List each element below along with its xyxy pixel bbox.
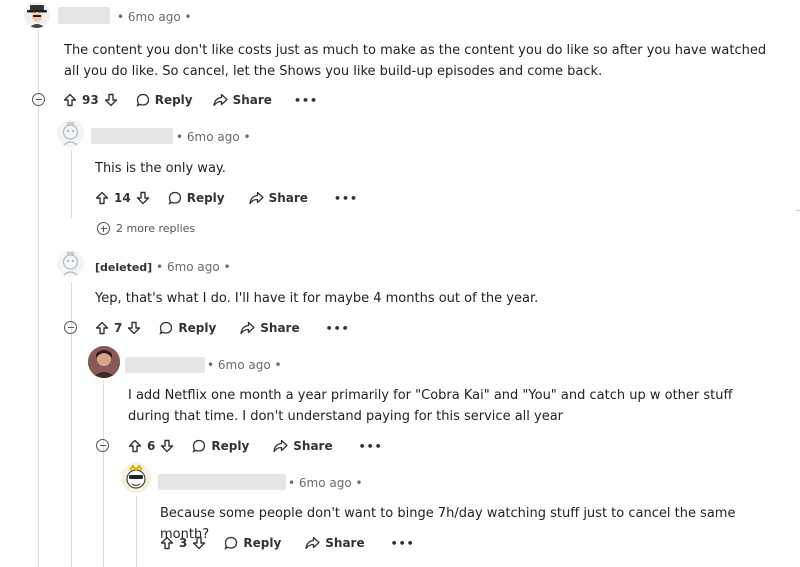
vote-score: 14	[114, 191, 131, 205]
avatar[interactable]	[57, 120, 84, 147]
more-options-button[interactable]: •••	[391, 537, 415, 550]
speech-bubble-icon	[136, 93, 149, 107]
arrow-up-icon[interactable]	[128, 439, 142, 453]
vote-group: 14	[95, 191, 150, 205]
thread-line-reply-3	[103, 380, 104, 567]
vote-score: 93	[82, 93, 99, 107]
arrow-down-icon[interactable]	[136, 191, 150, 205]
more-options-button[interactable]: •••	[334, 192, 358, 205]
share-arrow-icon	[305, 536, 320, 550]
arrow-down-icon[interactable]	[104, 93, 118, 107]
speech-bubble-icon	[192, 439, 206, 453]
username-redacted	[158, 474, 286, 490]
vote-group: 7	[95, 321, 141, 335]
arrow-down-icon[interactable]	[127, 321, 141, 335]
collapse-thread-button[interactable]	[64, 321, 77, 334]
speech-bubble-icon	[224, 536, 238, 550]
username-redacted	[125, 357, 205, 373]
thread-line-root	[38, 30, 39, 567]
reply-label: Reply	[154, 93, 193, 107]
vote-score: 7	[114, 321, 123, 335]
arrow-up-icon[interactable]	[160, 536, 174, 550]
reply-button[interactable]: Reply	[224, 536, 281, 550]
share-label: Share	[325, 536, 365, 550]
comment-actions: 93 Reply Share •••	[63, 89, 318, 111]
vote-group: 6	[128, 439, 174, 453]
arrow-up-icon[interactable]	[95, 321, 109, 335]
reply-label: Reply	[186, 191, 225, 205]
comment-actions: 6 Reply Share •••	[128, 435, 383, 457]
arrow-down-icon[interactable]	[192, 536, 206, 550]
share-label: Share	[268, 191, 308, 205]
comment-body: This is the only way.	[95, 161, 226, 176]
arrow-up-icon[interactable]	[63, 93, 77, 107]
comment-body: I add Netflix one month a year primarily…	[128, 388, 733, 424]
reply-button[interactable]: Reply	[192, 439, 249, 453]
comment-body: The content you don't like costs just as…	[64, 43, 767, 79]
comment-meta: • 6mo ago •	[288, 476, 363, 490]
more-options-button[interactable]: •••	[294, 94, 318, 107]
comment-time: • 6mo ago •	[156, 260, 231, 274]
speech-bubble-icon	[168, 191, 181, 205]
reply-label: Reply	[211, 439, 250, 453]
vote-group: 3	[160, 536, 206, 550]
share-arrow-icon	[273, 439, 288, 453]
more-replies-button[interactable]: 2 more replies	[97, 222, 195, 235]
comment-meta: [deleted] • 6mo ago •	[95, 260, 231, 274]
scrollbar-marker[interactable]	[796, 210, 800, 211]
arrow-up-icon[interactable]	[95, 191, 109, 205]
username-redacted	[91, 128, 173, 144]
username[interactable]: [deleted]	[95, 261, 152, 274]
avatar[interactable]	[88, 346, 120, 378]
avatar[interactable]	[121, 463, 151, 493]
share-button[interactable]: Share	[248, 191, 308, 205]
arrow-down-icon[interactable]	[160, 439, 174, 453]
vote-score: 6	[147, 439, 156, 453]
share-label: Share	[232, 93, 272, 107]
reply-label: Reply	[243, 536, 282, 550]
reply-button[interactable]: Reply	[136, 93, 193, 107]
share-arrow-icon	[212, 93, 228, 107]
reply-button[interactable]: Reply	[159, 321, 216, 335]
share-label: Share	[260, 321, 300, 335]
share-button[interactable]: Share	[212, 93, 272, 107]
username-redacted	[58, 7, 110, 24]
share-button[interactable]: Share	[305, 536, 365, 550]
reply-label: Reply	[178, 321, 217, 335]
collapse-thread-button[interactable]	[32, 93, 45, 106]
comment-actions: 7 Reply Share •••	[95, 317, 350, 339]
comment-meta: • 6mo ago •	[207, 358, 282, 372]
avatar[interactable]	[57, 250, 84, 277]
more-options-button[interactable]: •••	[359, 440, 383, 453]
speech-bubble-icon	[159, 321, 173, 335]
comment-actions: 14 Reply Share •••	[95, 187, 358, 209]
comment-meta: • 6mo ago •	[176, 130, 251, 144]
avatar[interactable]	[24, 2, 50, 28]
more-replies-label: 2 more replies	[116, 222, 196, 235]
collapse-thread-button[interactable]	[96, 439, 109, 452]
vote-score: 3	[179, 536, 188, 550]
share-arrow-icon	[248, 191, 264, 205]
comment-meta: • 6mo ago •	[117, 10, 192, 24]
plus-circle-icon	[97, 222, 110, 235]
share-arrow-icon	[240, 321, 255, 335]
comment-body: Yep, that's what I do. I'll have it for …	[95, 291, 539, 306]
comment-actions: 3 Reply Share •••	[160, 532, 415, 554]
more-options-button[interactable]: •••	[326, 322, 350, 335]
share-button[interactable]: Share	[273, 439, 333, 453]
reply-button[interactable]: Reply	[168, 191, 225, 205]
thread-line-reply-4	[136, 496, 137, 567]
vote-group: 93	[63, 93, 118, 107]
share-label: Share	[293, 439, 333, 453]
share-button[interactable]: Share	[240, 321, 300, 335]
thread-line-reply-1	[71, 150, 72, 218]
